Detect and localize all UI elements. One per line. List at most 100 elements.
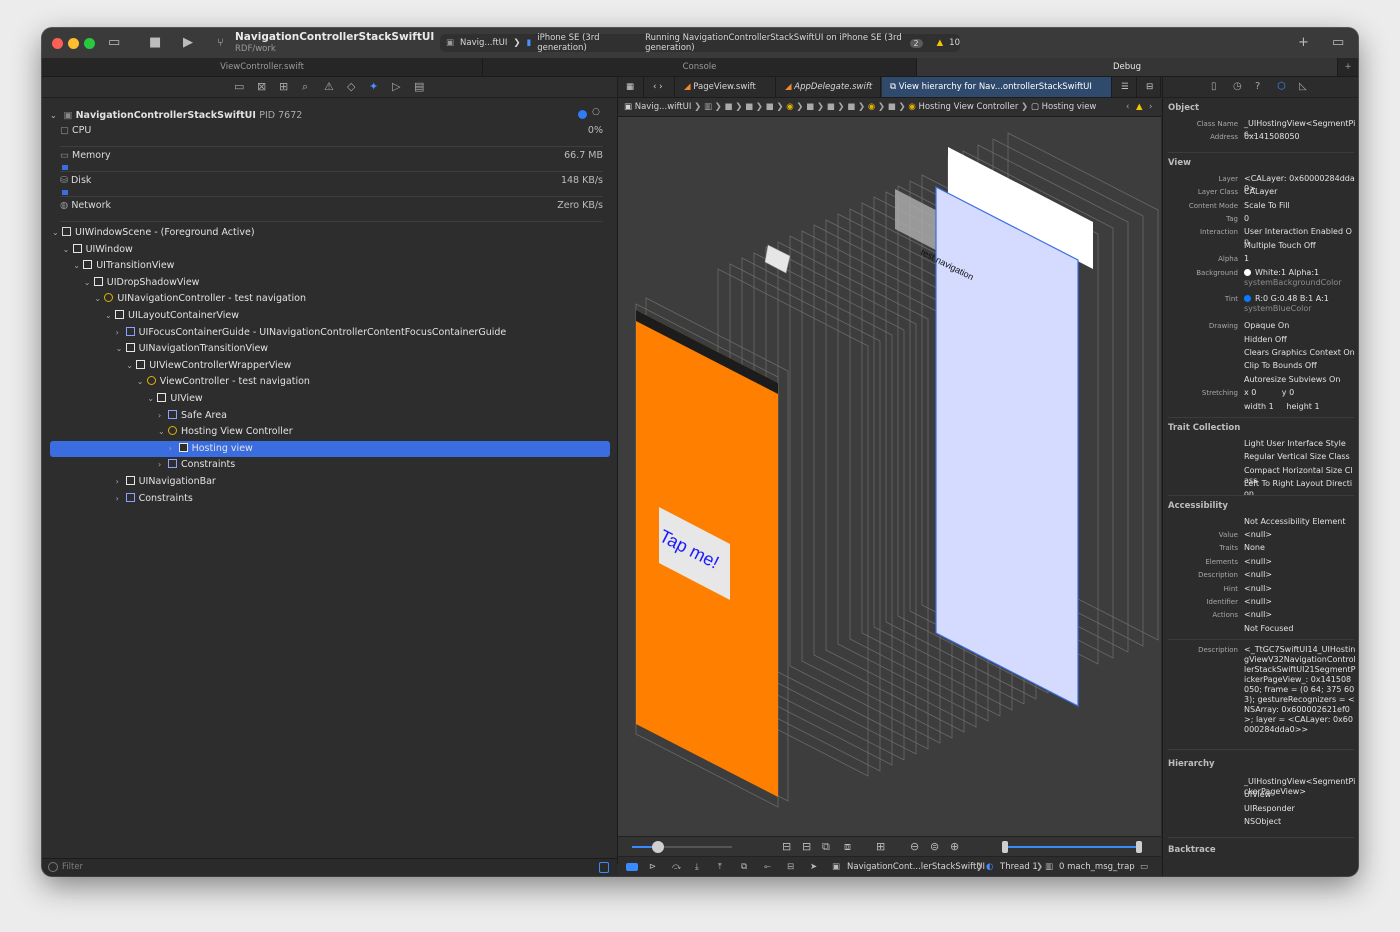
tab-debug[interactable]: Debug bbox=[917, 58, 1338, 76]
tree-row[interactable]: › Constraints bbox=[52, 457, 235, 473]
field-value[interactable]: White:1 Alpha:1 systemBackgroundColor bbox=[1244, 268, 1356, 288]
chevron-down-icon[interactable]: ⌄ bbox=[137, 374, 147, 390]
debug-scheme-label[interactable]: NavigationCont...lerStackSwiftUI bbox=[847, 857, 985, 876]
chevron-left-icon[interactable]: ‹ bbox=[1126, 98, 1129, 116]
field-value[interactable]: Opaque On bbox=[1244, 321, 1356, 331]
console-toggle-icon[interactable]: ▭ bbox=[1140, 857, 1148, 876]
chevron-down-icon[interactable]: ⌄ bbox=[105, 308, 115, 324]
warning-icon[interactable]: ▲ bbox=[1136, 98, 1143, 116]
help-icon[interactable]: ? bbox=[1255, 81, 1260, 92]
run-icon[interactable]: ▶ bbox=[183, 35, 193, 51]
split-editor-icon[interactable]: ⊟ bbox=[1138, 77, 1161, 97]
chevron-down-icon[interactable]: ⌄ bbox=[73, 258, 83, 274]
tree-row[interactable]: ⌄ ViewController - test navigation bbox=[52, 374, 310, 390]
breakpoints-toggle-icon[interactable] bbox=[626, 863, 638, 871]
frame-label[interactable]: 0 mach_msg_trap bbox=[1059, 857, 1135, 876]
gauge-network[interactable]: ◍ Network Zero KB/s bbox=[60, 200, 603, 211]
chevron-down-icon[interactable]: ⌄ bbox=[63, 242, 73, 258]
field-value[interactable]: Autoresize Subviews On bbox=[1244, 375, 1356, 385]
field-value[interactable]: <null> bbox=[1244, 584, 1356, 594]
tree-row[interactable]: › UINavigationBar bbox=[52, 474, 216, 490]
test-icon[interactable]: ◇ bbox=[347, 80, 355, 93]
field-value[interactable]: Not Focused bbox=[1244, 624, 1356, 634]
history-icon[interactable]: ◷ bbox=[1233, 81, 1242, 92]
tree-row[interactable]: › Hosting view bbox=[50, 440, 610, 457]
tree-row[interactable]: ⌄ UILayoutContainerView bbox=[52, 308, 239, 324]
debug-navigator-icon[interactable]: ✦ bbox=[369, 80, 378, 93]
field-value[interactable]: R:0 G:0.48 B:1 A:1 systemBlueColor bbox=[1244, 294, 1356, 314]
tab-view-hierarchy[interactable]: ⧉ View hierarchy for Nav...ontrollerStac… bbox=[882, 77, 1112, 97]
nav-arrows[interactable]: ‹ › bbox=[645, 77, 675, 97]
issue-icon[interactable]: ⚠ bbox=[324, 80, 334, 93]
range-slider-track[interactable] bbox=[1004, 846, 1140, 848]
field-value[interactable]: <_TtGC7SwiftUI14_UIHostingViewV32Navigat… bbox=[1244, 645, 1356, 735]
tab-console[interactable]: Console bbox=[483, 58, 917, 76]
tree-row[interactable]: › Constraints bbox=[52, 491, 193, 507]
reset-icon[interactable]: ⊞ bbox=[876, 840, 885, 853]
process-row[interactable]: ⌄ ▣ NavigationControllerStackSwiftUI PID… bbox=[50, 108, 302, 124]
field-value[interactable]: <null> bbox=[1244, 530, 1356, 540]
chevron-right-icon[interactable]: › bbox=[169, 441, 179, 457]
gauge-disk[interactable]: ⛁ Disk 148 KB/s bbox=[60, 175, 603, 186]
search-icon[interactable]: ⌕ bbox=[302, 80, 308, 94]
chevron-right-icon[interactable]: › bbox=[158, 457, 168, 473]
status-badge[interactable]: 2 bbox=[909, 38, 923, 48]
field-value[interactable]: None bbox=[1244, 543, 1356, 553]
field-value[interactable]: 1 bbox=[1244, 254, 1356, 264]
field-value[interactable]: <null> bbox=[1244, 557, 1356, 567]
chevron-right-icon[interactable]: › bbox=[116, 491, 126, 507]
memory-graph-icon[interactable]: ⟜ bbox=[764, 857, 771, 876]
tree-row[interactable]: › UIFocusContainerGuide - UINavigationCon… bbox=[52, 325, 506, 341]
add-tab-icon[interactable]: + bbox=[1338, 58, 1358, 76]
add-icon[interactable]: + bbox=[1298, 35, 1309, 51]
zoom-out-icon[interactable]: ⊖ bbox=[910, 840, 919, 853]
step-into-icon[interactable]: ⤓ bbox=[695, 857, 699, 876]
jump-root[interactable]: Navig...wiftUI bbox=[635, 102, 692, 112]
tree-row[interactable]: ⌄ Hosting View Controller bbox=[52, 424, 293, 440]
chevron-down-icon[interactable]: ⌄ bbox=[50, 108, 60, 124]
info-icon[interactable] bbox=[578, 110, 587, 119]
step-over-icon[interactable]: ⤼ bbox=[672, 857, 681, 876]
tab-pageview[interactable]: ◢ PageView.swift bbox=[676, 77, 776, 97]
chevron-right-icon[interactable]: › bbox=[116, 474, 126, 490]
field-value[interactable]: 0 bbox=[1244, 214, 1356, 224]
report-icon[interactable]: ▤ bbox=[414, 80, 424, 93]
field-value[interactable]: x 0 y 0 bbox=[1244, 388, 1356, 398]
gauge-cpu[interactable]: ▢ CPU 0% bbox=[60, 125, 603, 136]
chevron-right-icon[interactable]: › bbox=[158, 408, 168, 424]
continue-icon[interactable]: ⊳ bbox=[649, 857, 656, 876]
warning-icon[interactable]: ▲ bbox=[937, 38, 944, 48]
minimize-window-button[interactable] bbox=[68, 38, 79, 49]
field-value[interactable]: Clears Graphics Context On bbox=[1244, 348, 1356, 358]
chevron-down-icon[interactable]: ⌄ bbox=[52, 225, 62, 241]
chevron-down-icon[interactable]: ⌄ bbox=[126, 358, 136, 374]
location-icon[interactable]: ➤ bbox=[810, 857, 817, 876]
warning-count[interactable]: 10 bbox=[949, 38, 960, 48]
step-out-icon[interactable]: ⤒ bbox=[718, 857, 722, 876]
tree-row[interactable]: ⌄ UITransitionView bbox=[52, 258, 174, 274]
symbol-icon[interactable]: ⊞ bbox=[279, 80, 288, 93]
device-name[interactable]: iPhone SE (3rd generation) bbox=[537, 33, 633, 53]
tab-viewcontroller[interactable]: ViewController.swift bbox=[42, 58, 483, 76]
jump-hosting-vc[interactable]: Hosting View Controller bbox=[918, 102, 1018, 112]
file-inspector-icon[interactable]: ▯ bbox=[1211, 81, 1217, 92]
scheme-target[interactable]: Navig...ftUI bbox=[460, 38, 507, 48]
zoom-window-button[interactable] bbox=[84, 38, 95, 49]
editor-options-icon[interactable]: ☰ bbox=[1113, 77, 1137, 97]
orient-icon[interactable]: ⧈ bbox=[844, 840, 851, 854]
tree-row[interactable]: ⌄ UIView bbox=[52, 391, 203, 407]
field-value[interactable]: width 1 height 1 bbox=[1244, 402, 1356, 412]
field-value[interactable]: Hidden Off bbox=[1244, 335, 1356, 345]
color-swatch[interactable] bbox=[1244, 268, 1251, 276]
thread-label[interactable]: Thread 1 bbox=[1000, 857, 1038, 876]
source-control-icon[interactable]: ⊠ bbox=[257, 80, 266, 93]
object-inspector-icon[interactable]: ⬡ bbox=[1277, 81, 1286, 92]
tree-row[interactable]: › Safe Area bbox=[52, 408, 227, 424]
wireframe-icon[interactable]: ⧉ bbox=[822, 840, 830, 854]
field-value[interactable]: Multiple Touch Off bbox=[1244, 241, 1356, 251]
tree-row[interactable]: ⌄ UIDropShadowView bbox=[52, 275, 199, 291]
tree-row[interactable]: ⌄ UIWindow bbox=[52, 242, 133, 258]
field-value[interactable]: Not Accessibility Element bbox=[1244, 517, 1356, 527]
filter-input[interactable]: Filter bbox=[62, 862, 83, 872]
jump-path-icons[interactable]: ❯ ▥ ❯ ■ ❯ ■ ❯ ■ ❯ ◉ ❯ ■ ❯ ■ ❯ ■ ❯ ◉ ❯ ■ … bbox=[694, 102, 908, 112]
